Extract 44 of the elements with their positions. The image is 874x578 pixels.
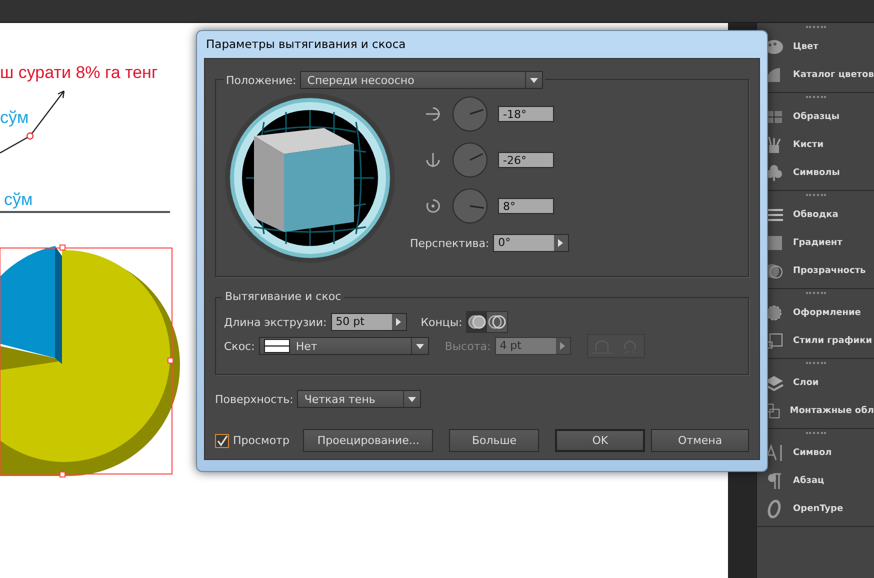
z-axis-rotate-icon bbox=[424, 197, 442, 215]
angle-field[interactable]: -18° bbox=[498, 106, 554, 122]
cylinder-icon bbox=[488, 314, 506, 330]
extrude-depth-label: Длина экструзии: bbox=[224, 316, 327, 328]
group-title: Вытягивание и скос bbox=[222, 290, 344, 303]
panel-item[interactable]: OpenType bbox=[757, 495, 874, 523]
panel-item[interactable]: Абзац bbox=[757, 467, 874, 495]
angle-dial[interactable] bbox=[452, 142, 488, 178]
perspective-label: Перспектива: bbox=[410, 236, 490, 250]
height-label: Высота: bbox=[444, 340, 491, 352]
cylinder-icon bbox=[468, 314, 486, 330]
amount-label: сўм bbox=[4, 190, 33, 210]
perspective-field[interactable]: 0° bbox=[493, 234, 570, 252]
angle-field[interactable]: 8° bbox=[498, 198, 554, 214]
headline-text: ш сурати 8% га тенг bbox=[0, 63, 158, 83]
cap-toggle[interactable] bbox=[467, 312, 488, 332]
bevel-label: Скос: bbox=[224, 340, 255, 352]
surface-dropdown[interactable]: Четкая тень bbox=[297, 390, 422, 408]
panel-item[interactable]: Кисти bbox=[757, 131, 874, 159]
dialog-button[interactable]: Отмена bbox=[651, 429, 749, 452]
angle-field[interactable]: -26° bbox=[498, 152, 554, 168]
surface-label: Поверхность: bbox=[215, 392, 294, 406]
checkmark-icon bbox=[216, 434, 228, 446]
dialog-title: Параметры вытягивания и скоса bbox=[205, 36, 407, 53]
panel-item[interactable]: Обводка bbox=[757, 201, 874, 229]
x-axis-rotate-icon bbox=[424, 105, 442, 123]
panel-item[interactable]: Слои bbox=[757, 369, 874, 397]
extrude-depth-field[interactable]: 50 pt bbox=[330, 313, 407, 331]
dialog-button[interactable]: OK bbox=[555, 429, 646, 452]
dialog-button[interactable]: Больше bbox=[449, 429, 540, 452]
panel-item[interactable]: Каталог цветов bbox=[757, 61, 874, 89]
preview-checkbox[interactable]: Просмотр bbox=[215, 434, 290, 448]
amount-label: сўм bbox=[0, 108, 29, 128]
bevel-dropdown[interactable]: Нет bbox=[258, 337, 429, 355]
position-dropdown[interactable]: Спереди несоосно bbox=[300, 71, 544, 89]
caps-label: Концы: bbox=[420, 316, 462, 328]
cap-toggle[interactable] bbox=[487, 312, 508, 332]
panel-item[interactable]: Оформление bbox=[757, 299, 874, 327]
panel-item[interactable]: Символ bbox=[757, 439, 874, 467]
angle-dial[interactable] bbox=[452, 188, 488, 224]
y-axis-rotate-icon bbox=[424, 151, 442, 169]
dialog-button[interactable]: Проецирование... bbox=[303, 429, 434, 452]
angle-dial[interactable] bbox=[452, 96, 488, 132]
position-label: Положение: bbox=[226, 74, 296, 86]
